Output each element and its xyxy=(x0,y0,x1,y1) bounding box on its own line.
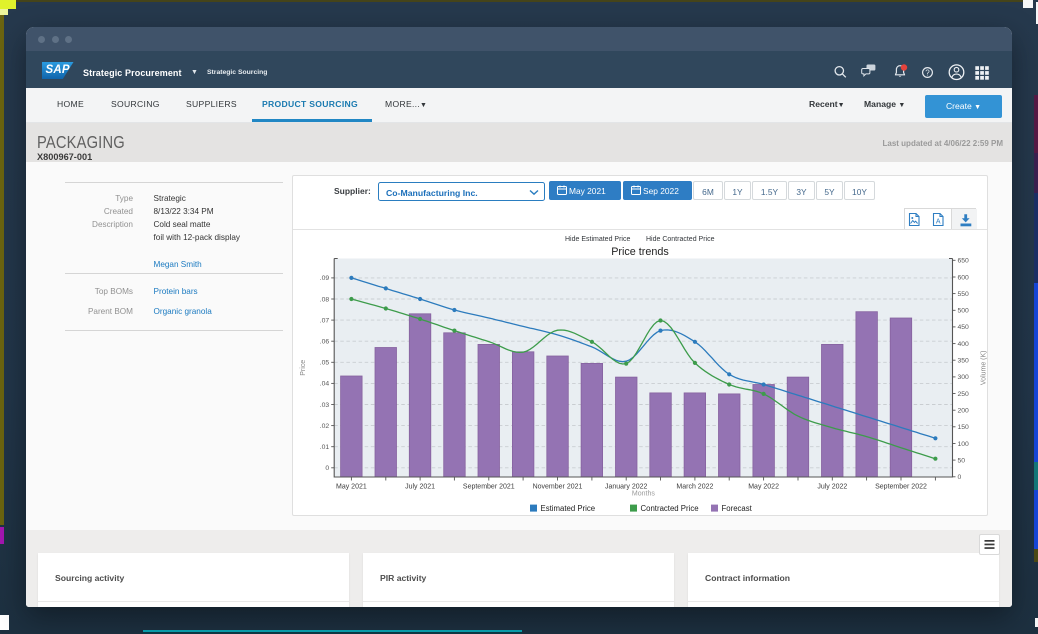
svg-text:Contracted Price: Contracted Price xyxy=(641,504,699,513)
svg-text:.08: .08 xyxy=(320,296,330,303)
svg-text:.04: .04 xyxy=(320,381,330,388)
svg-text:.02: .02 xyxy=(320,423,330,430)
svg-text:Estimated Price: Estimated Price xyxy=(541,504,596,513)
svg-text:May 2021: May 2021 xyxy=(336,484,367,491)
svg-text:0: 0 xyxy=(325,465,329,472)
svg-text:600: 600 xyxy=(958,274,970,281)
svg-text:.05: .05 xyxy=(320,360,330,367)
svg-text:100: 100 xyxy=(958,441,970,448)
svg-text:March 2022: March 2022 xyxy=(676,484,713,491)
svg-text:150: 150 xyxy=(958,424,970,431)
svg-text:200: 200 xyxy=(958,408,970,415)
svg-text:.01: .01 xyxy=(320,444,330,451)
svg-text:.03: .03 xyxy=(320,402,330,409)
svg-text:Price: Price xyxy=(300,360,307,376)
svg-text:?: ? xyxy=(925,69,930,78)
svg-text:January 2022: January 2022 xyxy=(605,484,648,491)
svg-text:0: 0 xyxy=(958,474,962,481)
svg-text:400: 400 xyxy=(958,341,970,348)
svg-text:350: 350 xyxy=(958,358,970,365)
svg-text:July 2021: July 2021 xyxy=(405,484,435,491)
svg-text:.07: .07 xyxy=(320,317,330,324)
svg-text:Volume (K): Volume (K) xyxy=(981,350,988,385)
svg-text:50: 50 xyxy=(958,457,966,464)
svg-text:Forecast: Forecast xyxy=(722,504,753,513)
svg-text:450: 450 xyxy=(958,324,970,331)
svg-text:September 2022: September 2022 xyxy=(875,484,927,491)
svg-text:.09: .09 xyxy=(320,275,330,282)
svg-text:May 2022: May 2022 xyxy=(748,484,779,491)
svg-text:Months: Months xyxy=(632,491,655,498)
svg-text:300: 300 xyxy=(958,374,970,381)
svg-text:July 2022: July 2022 xyxy=(817,484,847,491)
svg-text:550: 550 xyxy=(958,291,970,298)
svg-text:250: 250 xyxy=(958,391,970,398)
svg-text:September 2021: September 2021 xyxy=(463,484,515,491)
svg-text:November 2021: November 2021 xyxy=(533,484,583,491)
svg-text:650: 650 xyxy=(958,258,970,265)
svg-text:500: 500 xyxy=(958,308,970,315)
svg-text:.06: .06 xyxy=(320,339,330,346)
